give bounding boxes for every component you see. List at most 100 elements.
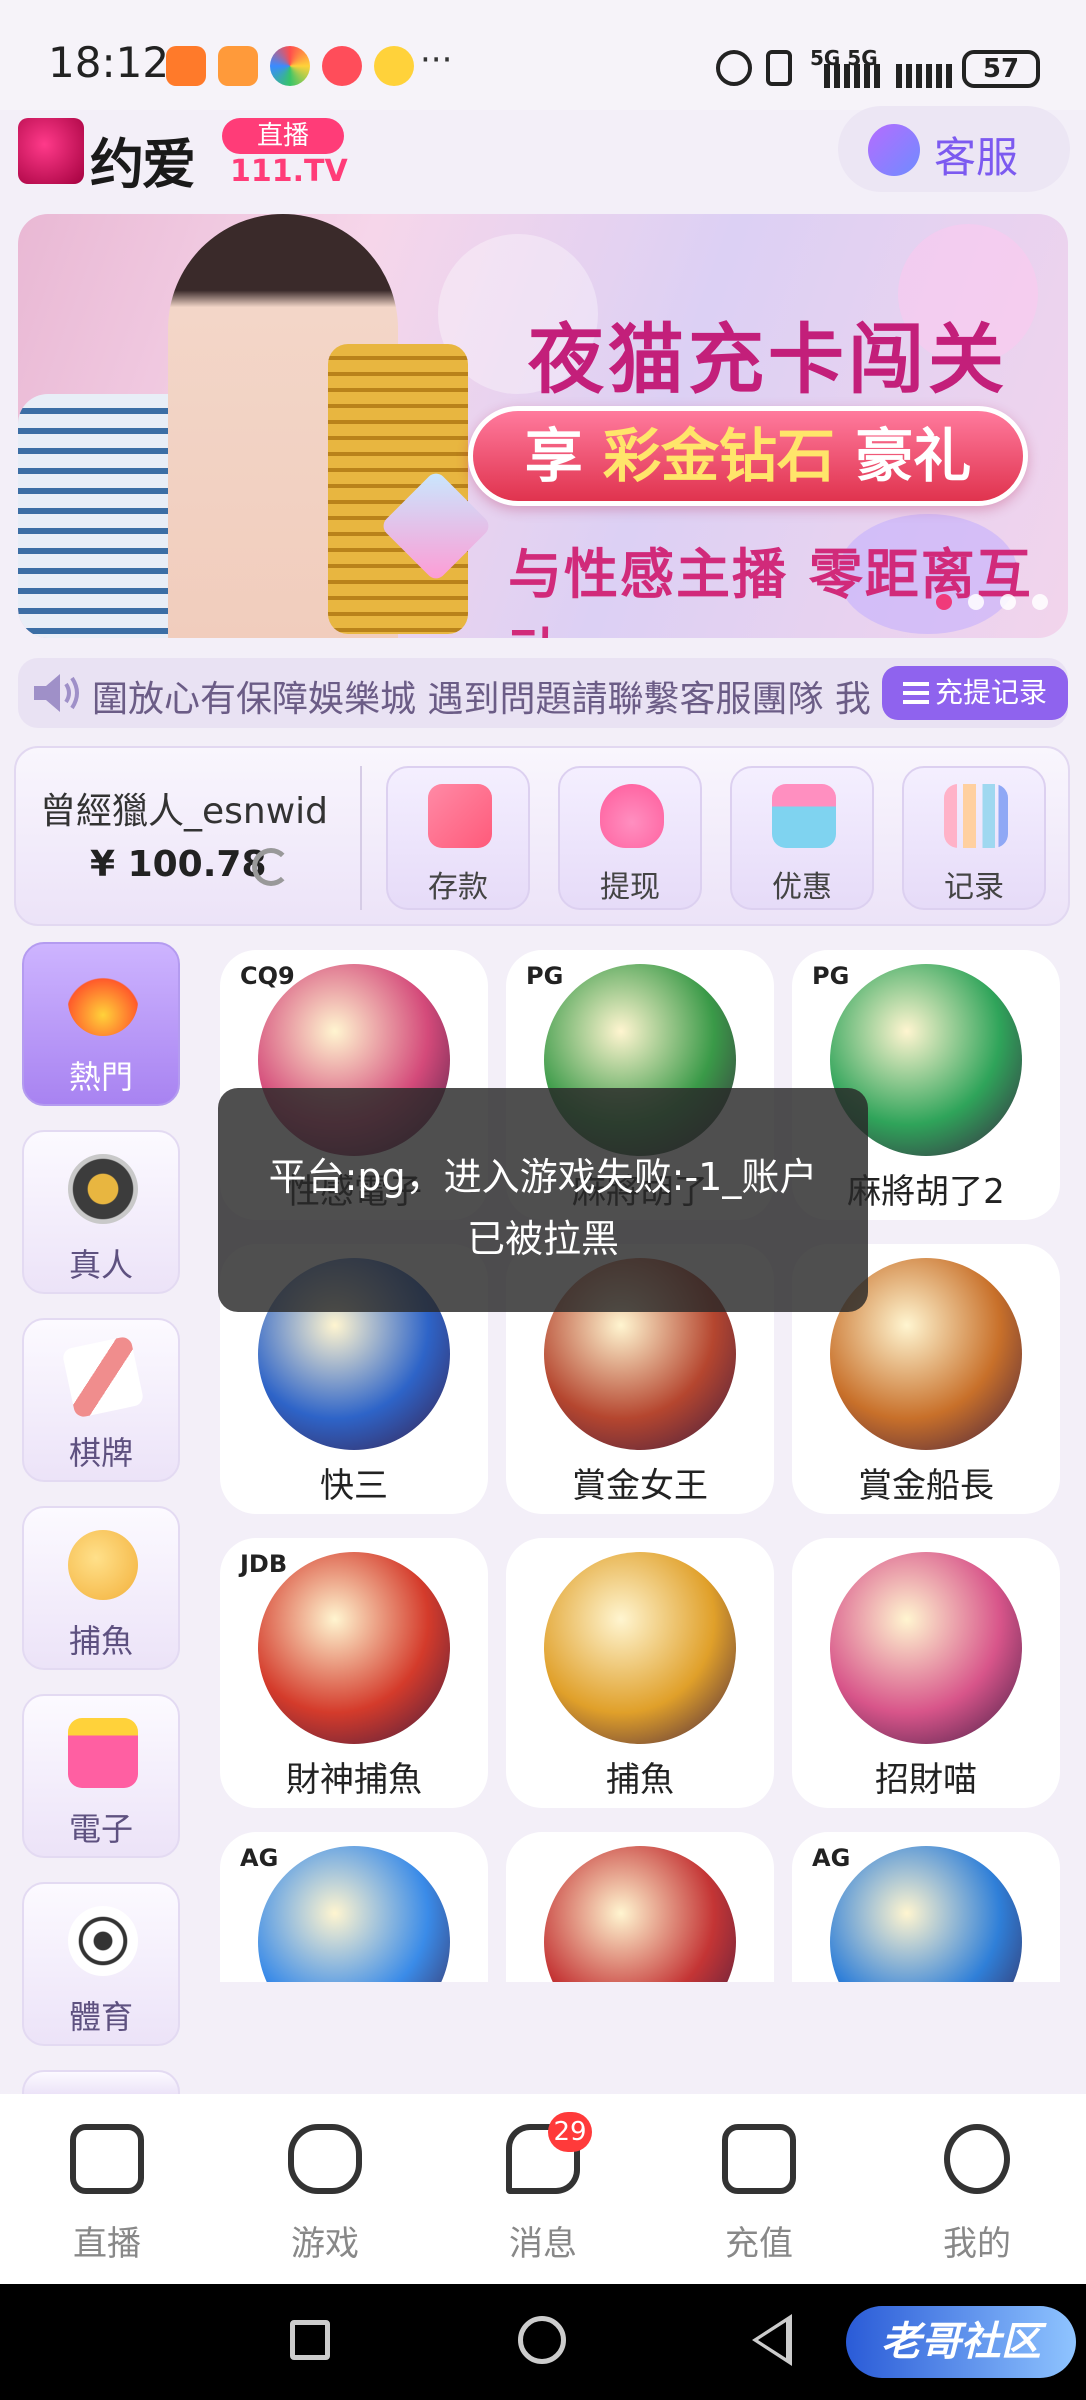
- records-button[interactable]: 记录: [902, 766, 1046, 910]
- banner-pagination[interactable]: [936, 594, 1064, 614]
- bottom-navigation: 直播 游戏 消息 充值 我的: [0, 2094, 1086, 2284]
- poker-chip-icon: [68, 1154, 138, 1224]
- banner-subtitle: 与性感主播 零距离互动: [508, 543, 1033, 638]
- weibo-icon: [322, 46, 362, 86]
- customer-service-label: 客服: [934, 133, 1019, 182]
- nav-label: 我的: [943, 2224, 1011, 2264]
- gamepad-icon: [288, 2124, 362, 2194]
- recharge-history-label: 充提记录: [934, 676, 1047, 709]
- banner-dot[interactable]: [936, 594, 952, 610]
- nav-label: 消息: [509, 2224, 577, 2264]
- category-label: 熱門: [68, 1058, 133, 1096]
- banner-dot[interactable]: [1032, 594, 1048, 610]
- game-card[interactable]: 視訊百家樂: [506, 1832, 774, 1982]
- status-bar: 18:12 ··· 5G 5G 57: [0, 0, 1086, 110]
- provider-badge: JDB: [240, 1550, 288, 1578]
- message-count-badge: 29: [548, 2112, 592, 2152]
- game-card[interactable]: 捕魚: [506, 1538, 774, 1808]
- vibrate-icon: [766, 50, 792, 86]
- category-cards[interactable]: 棋牌: [22, 1318, 180, 1482]
- category-slots[interactable]: 電子: [22, 1694, 180, 1858]
- category-hot[interactable]: 熱門: [22, 942, 180, 1106]
- account-panel: 曾經獵人_esnwid ¥ 100.78 存款 提现 优惠 记录: [14, 746, 1070, 926]
- category-fishing[interactable]: 捕魚: [22, 1506, 180, 1670]
- category-label: 捕魚: [68, 1622, 133, 1660]
- nav-live[interactable]: 直播: [32, 2124, 182, 2274]
- nav-label: 直播: [73, 2224, 141, 2264]
- watermark-logo: 老哥社区: [846, 2306, 1076, 2378]
- game-icon: [830, 1552, 1022, 1744]
- signal-icon: [896, 64, 952, 88]
- withdraw-label: 提现: [600, 870, 660, 905]
- promotions-button[interactable]: 优惠: [730, 766, 874, 910]
- more-notifications-icon: ···: [420, 40, 453, 80]
- video-camera-icon: [70, 2124, 144, 2194]
- nav-games[interactable]: 游戏: [250, 2124, 400, 2274]
- provider-badge: AG: [812, 1844, 851, 1872]
- promo-banner[interactable]: 夜猫充卡闯关 享 彩金钻石 豪礼 与性感主播 零距离互动: [18, 214, 1068, 638]
- fish-icon: [68, 1530, 138, 1600]
- deposit-label: 存款: [428, 870, 488, 905]
- logo-live-tag: 直播: [222, 118, 344, 154]
- withdraw-button[interactable]: 提现: [558, 766, 702, 910]
- category-next-partial[interactable]: [22, 2070, 180, 2094]
- home-button[interactable]: [518, 2316, 566, 2364]
- smile-icon: [944, 2124, 1010, 2194]
- soccer-ball-icon: [68, 1906, 138, 1976]
- game-title: 財神捕魚: [286, 1760, 422, 1800]
- customer-service-button[interactable]: 客服: [838, 106, 1070, 192]
- game-card[interactable]: 招財喵: [792, 1538, 1060, 1808]
- announcement-text: 圍放心有保障娛樂城 遇到問題請聯繫客服團隊 我: [92, 679, 871, 720]
- banner-pill-highlight: 彩金钻石: [602, 422, 835, 490]
- game-icon: [544, 1552, 736, 1744]
- deposit-button[interactable]: 存款: [386, 766, 530, 910]
- gift-icon: [772, 784, 836, 848]
- category-sports[interactable]: 體育: [22, 1882, 180, 2046]
- logo-domain: 111.TV: [230, 154, 348, 189]
- banner-pill-prefix: 享: [524, 422, 603, 490]
- game-title: 捕魚: [606, 1760, 674, 1800]
- provider-badge: AG: [240, 1844, 279, 1872]
- provider-badge: PG: [526, 962, 564, 990]
- logo-text: 约爱: [90, 133, 196, 196]
- nav-profile[interactable]: 我的: [902, 2124, 1052, 2274]
- game-icon: [258, 1552, 450, 1744]
- game-title: 賞金船長: [858, 1466, 994, 1506]
- banner-pill-suffix: 豪礼: [835, 422, 972, 490]
- category-live[interactable]: 真人: [22, 1130, 180, 1294]
- game-icon: [830, 1846, 1022, 1982]
- signal-icon: [824, 64, 880, 88]
- refresh-icon[interactable]: [252, 848, 290, 886]
- category-label: 體育: [68, 1998, 133, 2036]
- speaker-icon: [34, 674, 79, 712]
- game-card[interactable]: AG捕魚大師: [792, 1832, 1060, 1982]
- nav-messages[interactable]: 消息: [468, 2124, 618, 2274]
- bar-chart-icon: [944, 784, 1008, 848]
- banner-title: 夜猫充卡闯关: [528, 315, 1008, 404]
- category-label: 真人: [68, 1246, 133, 1284]
- nav-recharge[interactable]: 充值: [684, 2124, 834, 2274]
- game-card[interactable]: AG夢幻捕魚: [220, 1832, 488, 1982]
- banner-dot[interactable]: [1000, 594, 1016, 610]
- provider-badge: CQ9: [240, 962, 295, 990]
- alarm-icon: [716, 50, 752, 86]
- logo-mark-icon: [18, 118, 84, 184]
- app-notification-icon: [218, 46, 258, 86]
- balance: ¥ 100.78: [90, 844, 267, 885]
- game-title: 快三: [320, 1466, 388, 1506]
- back-button-inner: [758, 2322, 786, 2358]
- records-label: 记录: [944, 870, 1004, 905]
- nav-label: 充值: [725, 2224, 793, 2264]
- recharge-history-button[interactable]: 充提记录: [882, 666, 1068, 720]
- wallet-icon: [722, 2124, 796, 2194]
- weibo-icon: [374, 46, 414, 86]
- banner-dot[interactable]: [968, 594, 984, 610]
- system-navigation-bar: 老哥社区: [0, 2284, 1086, 2400]
- banner-offer-pill: 享 彩金钻石 豪礼: [468, 406, 1028, 506]
- game-card[interactable]: JDB 財神捕魚: [220, 1538, 488, 1808]
- flame-icon: [68, 966, 138, 1036]
- recent-apps-button[interactable]: [290, 2320, 330, 2360]
- list-icon: [902, 682, 929, 704]
- nav-label: 游戏: [291, 2224, 359, 2264]
- provider-badge: PG: [812, 962, 850, 990]
